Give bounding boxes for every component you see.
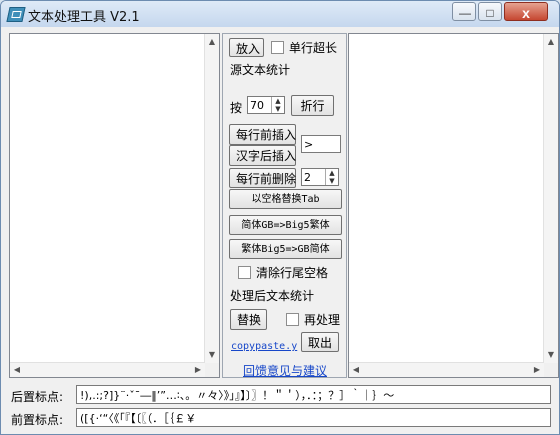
suffix-punctuation-label: 后置标点: <box>11 390 64 404</box>
scroll-up-icon[interactable]: ▲ <box>544 38 558 46</box>
processed-stats-label: 处理后文本统计 <box>230 289 315 303</box>
simplified-to-big5-button[interactable]: 简体GB=>Big5繁体 <box>229 215 342 235</box>
insert-before-button[interactable]: 每行前插入 <box>229 124 296 145</box>
scroll-left-icon[interactable]: ◀ <box>10 366 24 374</box>
reprocess-checkbox[interactable] <box>286 313 299 326</box>
insert-text-input[interactable]: > <box>301 135 341 153</box>
app-icon <box>6 7 26 22</box>
window-title: 文本处理工具 V2.1 <box>28 10 140 25</box>
replace-button[interactable]: 替换 <box>230 309 267 330</box>
close-button[interactable]: x <box>504 2 548 21</box>
delete-before-button[interactable]: 每行前删除 <box>229 168 296 188</box>
place-button[interactable]: 放入 <box>229 38 264 57</box>
clear-trailing-space-checkbox[interactable] <box>238 266 251 279</box>
title-bar[interactable]: 文本处理工具 V2.1 — □ x <box>1 1 559 27</box>
feedback-link[interactable]: 回馈意见与建议 <box>243 362 327 379</box>
result-text-area[interactable]: ▲ ▼ ◀ ▶ <box>348 33 559 378</box>
scroll-left-icon[interactable]: ◀ <box>349 366 363 374</box>
reprocess-label: 再处理 <box>304 313 341 327</box>
app-window: 文本处理工具 V2.1 — □ x ▲ ▼ ◀ ▶ 放入 单行超长 源文本统计 … <box>0 0 560 435</box>
delete-count-input[interactable]: 2 ▲ ▼ <box>301 168 339 186</box>
result-vertical-scrollbar[interactable]: ▲ ▼ <box>543 34 558 363</box>
clear-trailing-space-label: 清除行尾空格 <box>256 266 329 280</box>
wrap-length-input[interactable]: 70 ▲ ▼ <box>247 96 285 114</box>
scroll-corner <box>205 363 219 377</box>
wrap-length-value: 70 <box>250 99 264 112</box>
minimize-button[interactable]: — <box>452 2 476 21</box>
single-line-label: 单行超长 <box>289 41 338 55</box>
source-horizontal-scrollbar[interactable]: ◀ ▶ <box>10 362 205 377</box>
scroll-right-icon[interactable]: ▶ <box>191 366 205 374</box>
control-panel: 放入 单行超长 源文本统计 按 70 ▲ ▼ 折行 每行前插入 汉字后插入 > 每… <box>222 33 347 378</box>
take-out-button[interactable]: 取出 <box>301 332 339 352</box>
spin-arrows-icon[interactable]: ▲ ▼ <box>325 169 338 185</box>
traditional-to-gb-button[interactable]: 繁体Big5=>GB简体 <box>229 239 342 259</box>
spin-arrows-icon[interactable]: ▲ ▼ <box>271 97 284 113</box>
result-horizontal-scrollbar[interactable]: ◀ ▶ <box>349 362 544 377</box>
source-vertical-scrollbar[interactable]: ▲ ▼ <box>204 34 219 363</box>
prefix-punctuation-input[interactable]: ([{·‘“〈《「『【〔〖（．［｛￡￥ <box>76 408 551 427</box>
scroll-down-icon[interactable]: ▼ <box>205 351 219 359</box>
maximize-button[interactable]: □ <box>478 2 502 21</box>
scroll-corner <box>544 363 558 377</box>
suffix-punctuation-input[interactable]: !),.:;?]}¨·ˇˉ―‖’”…∶、。〃々〉》」』】〕〗！＂＇），．：；？］… <box>76 385 551 404</box>
scroll-down-icon[interactable]: ▼ <box>544 351 558 359</box>
insert-after-han-button[interactable]: 汉字后插入 <box>229 145 296 166</box>
prefix-punctuation-label: 前置标点: <box>11 413 64 427</box>
source-text-area[interactable]: ▲ ▼ ◀ ▶ <box>9 33 220 378</box>
single-line-checkbox[interactable] <box>271 41 284 54</box>
delete-count-value: 2 <box>304 171 311 184</box>
per-label: 按 <box>230 101 243 115</box>
wrap-button[interactable]: 折行 <box>291 95 334 116</box>
source-stats-label: 源文本统计 <box>230 63 291 77</box>
scroll-right-icon[interactable]: ▶ <box>530 366 544 374</box>
copypaste-link[interactable]: copypaste.y <box>231 341 297 352</box>
scroll-up-icon[interactable]: ▲ <box>205 38 219 46</box>
replace-space-tab-button[interactable]: 以空格替换Tab <box>229 189 342 209</box>
